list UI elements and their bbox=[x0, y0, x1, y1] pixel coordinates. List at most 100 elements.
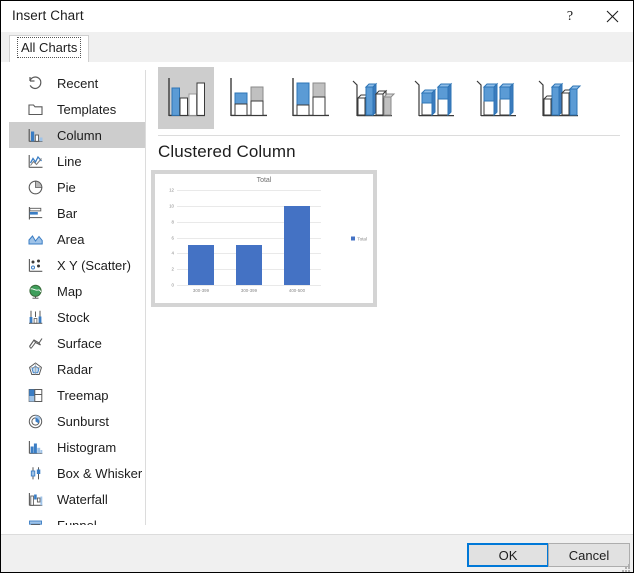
help-button[interactable]: ? bbox=[551, 1, 589, 32]
templates-icon bbox=[28, 103, 43, 115]
tab-strip: All Charts bbox=[1, 32, 633, 63]
3d-column-icon bbox=[538, 80, 582, 117]
close-icon bbox=[606, 10, 618, 23]
box-whisker-icon bbox=[30, 466, 41, 479]
sidebar-item-histogram[interactable]: Histogram bbox=[9, 434, 145, 460]
sidebar-item-radar[interactable]: Radar bbox=[9, 356, 145, 382]
chart-x-tick-label: 300-399 bbox=[192, 288, 210, 293]
question-mark-icon: ? bbox=[566, 8, 574, 24]
surface-icon bbox=[29, 337, 43, 349]
chart-type-sidebar[interactable]: Recent Templates Column Line Pie Bar Are… bbox=[9, 70, 146, 525]
sidebar-item-label: Area bbox=[57, 231, 85, 247]
stock-icon bbox=[29, 310, 43, 324]
title-bar: Insert Chart ? bbox=[1, 1, 633, 32]
chart-y-tick-label: 12 bbox=[169, 187, 174, 193]
ok-button[interactable]: OK bbox=[467, 543, 549, 567]
sidebar-item-label: Surface bbox=[57, 335, 102, 351]
sidebar-item-stock[interactable]: Stock bbox=[9, 304, 145, 330]
sidebar-item-label: Stock bbox=[57, 309, 90, 325]
chart-plot-area: 12 10 8 6 4 2 0 300-399 300-399 400-500 bbox=[169, 188, 321, 293]
gallery-divider bbox=[158, 135, 620, 136]
dialog-content: Recent Templates Column Line Pie Bar Are… bbox=[1, 62, 633, 534]
stacked-column-icon bbox=[230, 78, 267, 117]
3d-100-percent-stacked-column-icon bbox=[476, 80, 516, 117]
resize-grip[interactable] bbox=[620, 562, 630, 572]
chart-bars: 300-399 300-399 400-500 bbox=[177, 190, 321, 293]
column-icon bbox=[28, 128, 43, 142]
bar-icon bbox=[28, 206, 43, 219]
sidebar-item-label: Column bbox=[57, 127, 102, 143]
thumbnail-3d-stacked-column[interactable] bbox=[406, 67, 462, 129]
sidebar-item-area[interactable]: Area bbox=[9, 226, 145, 252]
chart-preview[interactable]: Total 12 10 8 6 4 2 0 300-399 300-399 400-500 To… bbox=[151, 170, 377, 307]
tab-all-charts[interactable]: All Charts bbox=[9, 35, 90, 62]
sidebar-item-funnel[interactable]: Funnel bbox=[9, 512, 145, 525]
chart-y-tick-label: 10 bbox=[169, 203, 174, 209]
sidebar-item-surface[interactable]: Surface bbox=[9, 330, 145, 356]
sidebar-item-label: X Y (Scatter) bbox=[57, 257, 131, 273]
close-button[interactable] bbox=[593, 1, 631, 32]
thumbnail-3d-100-percent-stacked-column[interactable] bbox=[468, 67, 524, 129]
chart-y-tick-label: 0 bbox=[171, 282, 174, 288]
sidebar-item-label: Bar bbox=[57, 205, 78, 221]
sidebar-item-bar[interactable]: Bar bbox=[9, 200, 145, 226]
sidebar-item-label: Box & Whisker bbox=[57, 465, 143, 481]
chart-x-tick-label: 300-399 bbox=[240, 288, 258, 293]
sidebar-item-line[interactable]: Line bbox=[9, 148, 145, 174]
treemap-icon bbox=[28, 388, 43, 402]
dialog-title: Insert Chart bbox=[12, 8, 84, 23]
sidebar-item-pie[interactable]: Pie bbox=[9, 174, 145, 200]
sidebar-item-label: Radar bbox=[57, 361, 93, 377]
chart-bar bbox=[283, 205, 310, 285]
thumbnail-3d-clustered-column[interactable] bbox=[344, 67, 400, 129]
thumbnail-3d-column[interactable] bbox=[530, 67, 586, 129]
map-icon bbox=[29, 284, 42, 299]
chart-y-tick-label: 4 bbox=[171, 250, 174, 256]
histogram-icon bbox=[28, 440, 43, 454]
sidebar-item-templates[interactable]: Templates bbox=[9, 96, 145, 122]
chart-title: Total bbox=[256, 177, 272, 184]
chart-subtype-gallery[interactable] bbox=[158, 67, 623, 131]
funnel-icon bbox=[29, 520, 42, 525]
chart-subtype-pane: Clustered Column Total 12 10 8 6 4 2 0 300-399… bbox=[148, 62, 633, 534]
thumbnail-clustered-column[interactable] bbox=[158, 67, 214, 129]
line-icon bbox=[28, 154, 43, 168]
sidebar-item-label: Waterfall bbox=[57, 491, 108, 507]
sidebar-item-recent[interactable]: Recent bbox=[9, 70, 145, 96]
sidebar-item-label: Histogram bbox=[57, 439, 117, 455]
chart-y-tick-label: 2 bbox=[171, 266, 174, 272]
chart-bar-slot: 400-500 bbox=[273, 190, 321, 293]
chart-y-tick-label: 8 bbox=[171, 219, 174, 225]
sidebar-item-label: Templates bbox=[57, 101, 117, 117]
sidebar-item-label: Recent bbox=[57, 75, 99, 91]
sidebar-item-label: Map bbox=[57, 283, 83, 299]
sidebar-item-sunburst[interactable]: Sunburst bbox=[9, 408, 145, 434]
sidebar-item-label: Line bbox=[57, 153, 82, 169]
sidebar-item-label: Treemap bbox=[57, 387, 109, 403]
sidebar-item-label: Sunburst bbox=[57, 413, 110, 429]
thumbnail-stacked-column[interactable] bbox=[220, 67, 276, 129]
sidebar-item-box-whisker[interactable]: Box & Whisker bbox=[9, 460, 145, 486]
thumbnail-100-percent-stacked-column[interactable] bbox=[282, 67, 338, 129]
tab-all-charts-label: All Charts bbox=[16, 37, 82, 58]
chart-x-tick-label: 400-500 bbox=[288, 288, 306, 293]
sunburst-icon bbox=[28, 414, 43, 428]
sidebar-item-column[interactable]: Column bbox=[9, 122, 145, 148]
pie-icon bbox=[28, 180, 43, 194]
chart-gridline: 0 bbox=[172, 283, 321, 288]
sidebar-item-xy-scatter[interactable]: X Y (Scatter) bbox=[9, 252, 145, 278]
area-icon bbox=[28, 234, 43, 244]
chart-bar-slot: 300-399 bbox=[177, 190, 225, 293]
chart-bar bbox=[235, 245, 262, 285]
sidebar-item-label: Pie bbox=[57, 179, 76, 195]
cancel-button[interactable]: Cancel bbox=[548, 543, 630, 567]
sidebar-item-waterfall[interactable]: Waterfall bbox=[9, 486, 145, 512]
sidebar-item-label: Funnel bbox=[57, 517, 97, 526]
sidebar-item-treemap[interactable]: Treemap bbox=[9, 382, 145, 408]
insert-chart-dialog: Insert Chart ? All Charts Recent Templat… bbox=[0, 0, 634, 573]
legend-swatch bbox=[351, 236, 356, 241]
sidebar-item-map[interactable]: Map bbox=[9, 278, 145, 304]
legend-label: Total bbox=[357, 236, 367, 241]
chart-bar-slot: 300-399 bbox=[225, 190, 273, 293]
100-percent-stacked-column-icon bbox=[292, 78, 329, 117]
